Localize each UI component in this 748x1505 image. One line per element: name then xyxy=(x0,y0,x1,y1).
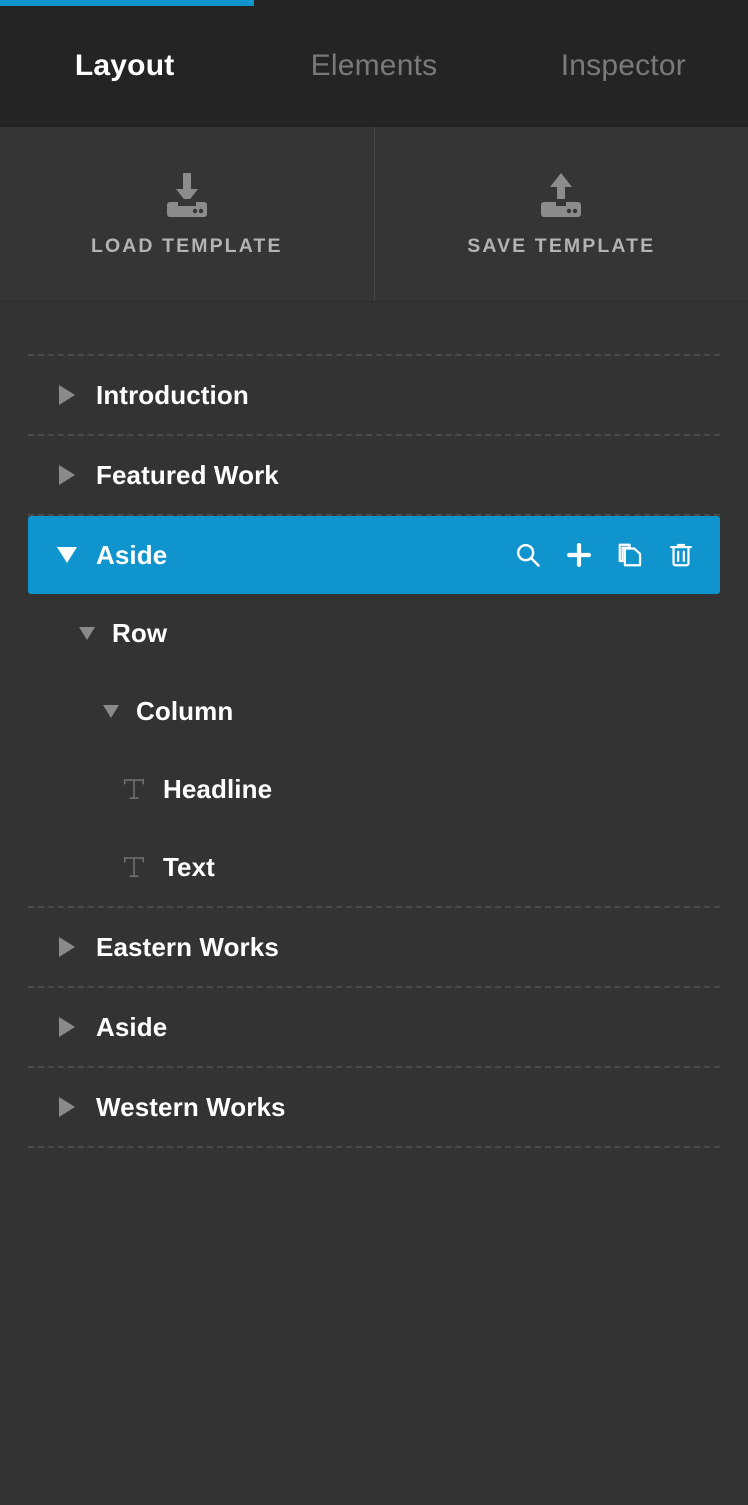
caret-right-icon[interactable] xyxy=(55,463,79,487)
load-template-button[interactable]: LOAD TEMPLATE xyxy=(0,127,374,301)
caret-down-icon[interactable] xyxy=(55,543,79,567)
save-template-label: SAVE TEMPLATE xyxy=(467,235,656,258)
tree-item-eastern-works[interactable]: Eastern Works xyxy=(0,908,748,986)
tree-item-label: Aside xyxy=(96,540,168,570)
tree-item-label: Headline xyxy=(163,774,273,804)
tree-item-featured-work[interactable]: Featured Work xyxy=(0,436,748,514)
tree-item-row[interactable]: Row xyxy=(0,594,748,672)
duplicate-icon[interactable] xyxy=(615,540,645,570)
tree-item-label: Introduction xyxy=(96,380,249,410)
tree-item-text[interactable]: Text xyxy=(0,828,748,906)
progress-bar xyxy=(0,0,748,6)
tab-layout[interactable]: Layout xyxy=(0,51,249,81)
tree-item-label: Text xyxy=(163,852,215,882)
tab-elements[interactable]: Elements xyxy=(249,51,498,81)
tab-bar: Layout Elements Inspector xyxy=(0,6,748,127)
tab-layout-label: Layout xyxy=(74,49,175,82)
tree-item-introduction[interactable]: Introduction xyxy=(0,356,748,434)
tree-item-column[interactable]: Column xyxy=(0,672,748,750)
tree-item-western-works[interactable]: Western Works xyxy=(0,1068,748,1146)
save-template-button[interactable]: SAVE TEMPLATE xyxy=(373,127,748,301)
load-template-label: LOAD TEMPLATE xyxy=(90,235,283,258)
caret-right-icon[interactable] xyxy=(55,383,79,407)
tree-item-label: Aside xyxy=(96,1012,168,1042)
caret-right-icon[interactable] xyxy=(55,1015,79,1039)
tab-inspector-label: Inspector xyxy=(560,49,686,82)
tab-inspector[interactable]: Inspector xyxy=(499,51,748,81)
layout-tree: Introduction Featured Work Aside Row Col… xyxy=(0,302,748,1505)
text-type-icon xyxy=(121,854,147,880)
layout-panel: Layout Elements Inspector LOAD TEMPLATE xyxy=(0,0,748,1505)
plus-icon[interactable] xyxy=(564,540,594,570)
upload-icon xyxy=(538,171,584,219)
tree-item-aside[interactable]: Aside xyxy=(0,988,748,1066)
trash-icon[interactable] xyxy=(666,540,696,570)
tree-item-label: Column xyxy=(136,696,234,726)
search-icon[interactable] xyxy=(513,540,543,570)
tree-item-label: Eastern Works xyxy=(96,932,279,962)
tree-separator xyxy=(28,1146,720,1148)
tree-item-headline[interactable]: Headline xyxy=(0,750,748,828)
tree-item-label: Featured Work xyxy=(96,460,279,490)
template-toolbar: LOAD TEMPLATE SAVE TEMPLATE xyxy=(0,127,748,302)
caret-right-icon[interactable] xyxy=(55,935,79,959)
caret-down-icon[interactable] xyxy=(101,701,121,721)
tree-item-actions xyxy=(513,540,696,570)
caret-down-icon[interactable] xyxy=(77,623,97,643)
progress-bar-fill xyxy=(0,0,255,6)
tab-elements-label: Elements xyxy=(310,49,438,82)
tree-item-aside-selected[interactable]: Aside xyxy=(28,516,720,594)
caret-right-icon[interactable] xyxy=(55,1095,79,1119)
tree-item-label: Western Works xyxy=(96,1092,286,1122)
download-icon xyxy=(164,171,210,219)
tree-item-label: Row xyxy=(112,618,168,648)
text-type-icon xyxy=(121,776,147,802)
